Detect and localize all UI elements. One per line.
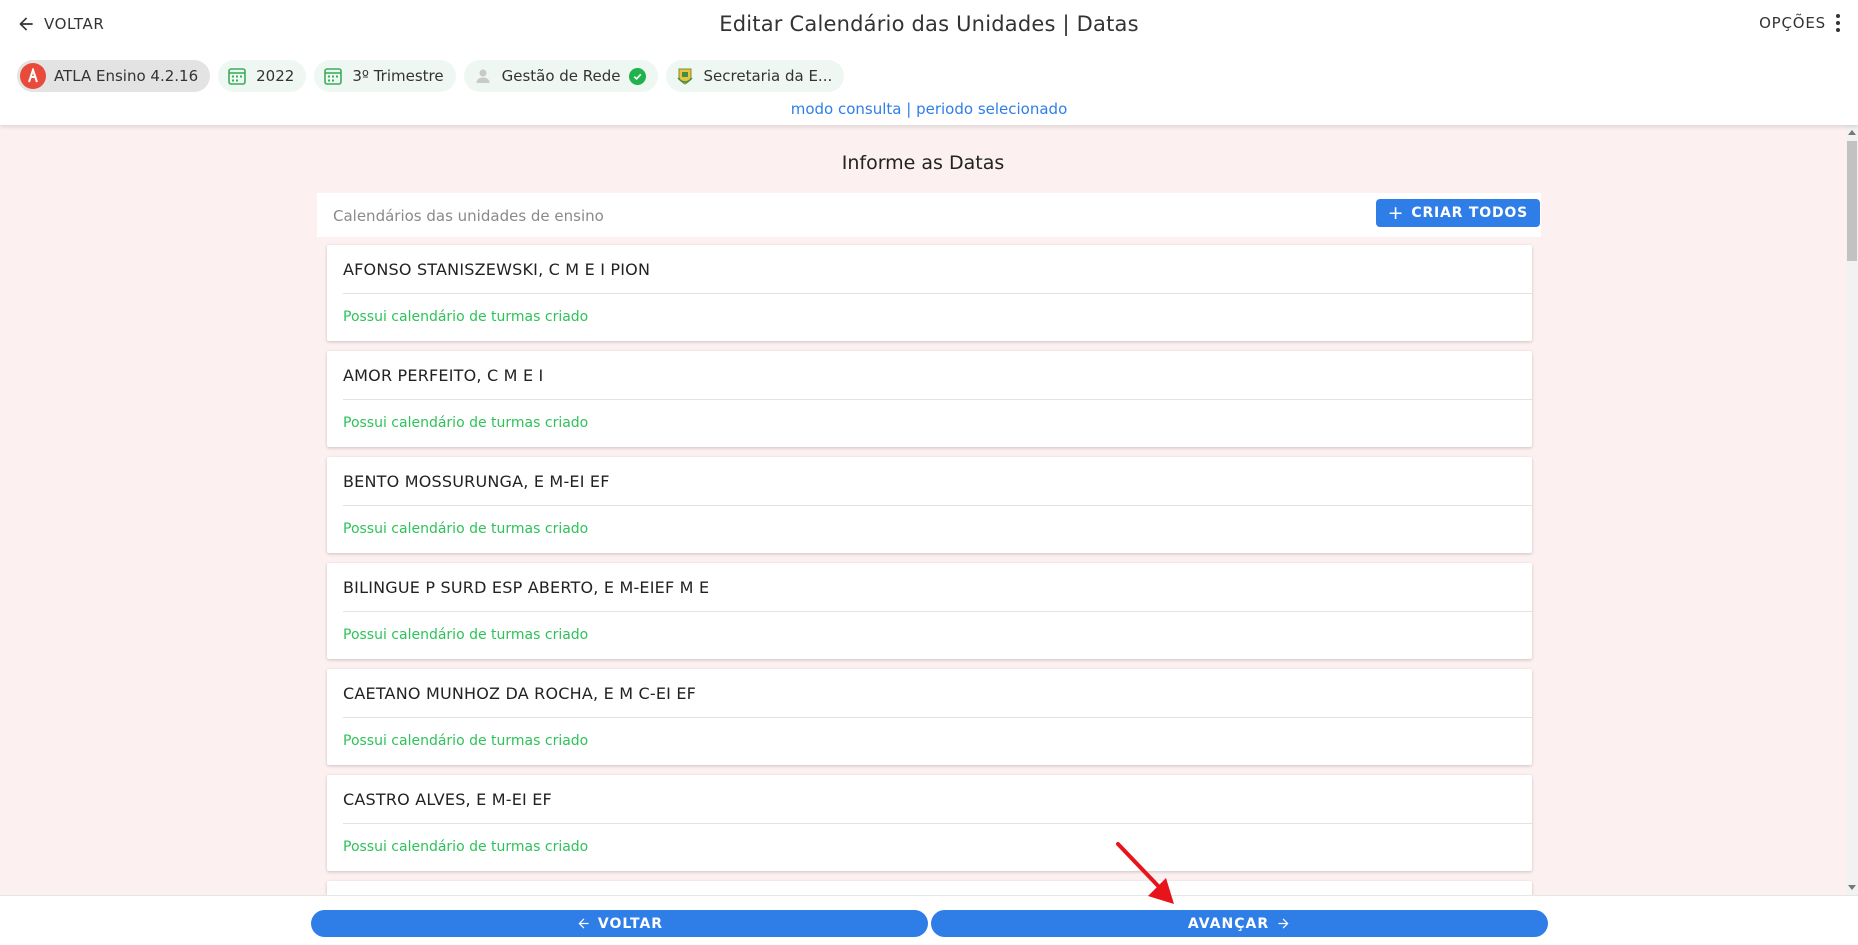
divider [343,611,1532,612]
context-chips: ATLA Ensino 4.2.16 2022 3º Trimestre Ges… [17,60,845,92]
unit-name: CASTRO ALVES, E M-EI EF [343,790,552,809]
more-vert-icon [1836,14,1840,32]
list-header-label: Calendários das unidades de ensino [333,207,604,225]
footer-bar: VOLTAR AVANÇAR [0,895,1858,945]
calendar-icon [226,65,248,87]
options-menu-button[interactable]: OPÇÕES [1759,14,1840,32]
chip-label: ATLA Ensino 4.2.16 [54,67,199,85]
unit-status: Possui calendário de turmas criado [343,627,589,643]
scroll-up-icon[interactable] [1848,130,1856,135]
unit-card-partial[interactable] [327,881,1532,895]
unit-name: BENTO MOSSURUNGA, E M-EI EF [343,472,610,491]
unit-name: BILINGUE P SURD ESP ABERTO, E M-EIEF M E [343,578,710,597]
unit-name: AFONSO STANISZEWSKI, C M E I PION [343,260,651,279]
back-button-label: VOLTAR [597,915,664,932]
unit-status: Possui calendário de turmas criado [343,521,589,537]
divider [343,399,1532,400]
options-label: OPÇÕES [1759,14,1826,32]
user-icon [472,65,494,87]
next-button-label: AVANÇAR [1187,915,1270,932]
create-all-button[interactable]: + CRIAR TODOS [1375,199,1540,227]
check-circle-icon [628,67,646,85]
back-button[interactable]: VOLTAR [311,910,928,937]
chip-label: 3º Trimestre [352,67,444,85]
chip-label: Gestão de Rede [501,67,621,85]
unit-card[interactable]: CASTRO ALVES, E M-EI EF Possui calendári… [327,775,1532,871]
chip-year[interactable]: 2022 [218,60,307,92]
annotation-arrow-icon [1116,842,1174,904]
unit-card[interactable]: BENTO MOSSURUNGA, E M-EI EF Possui calen… [327,457,1532,553]
unit-status: Possui calendário de turmas criado [343,733,589,749]
unit-name: CAETANO MUNHOZ DA ROCHA, E M C-EI EF [343,684,697,703]
scroll-down-icon[interactable] [1848,885,1856,890]
unit-status: Possui calendário de turmas criado [343,415,589,431]
unit-card[interactable]: AFONSO STANISZEWSKI, C M E I PION Possui… [327,245,1532,341]
divider [343,717,1532,718]
next-button[interactable]: AVANÇAR [931,910,1548,937]
plus-icon: + [1387,201,1405,224]
unit-status: Possui calendário de turmas criado [343,839,589,855]
unit-status: Possui calendário de turmas criado [343,309,589,325]
mode-indicator: modo consulta | periodo selecionado [790,100,1068,118]
chip-profile[interactable]: Gestão de Rede [463,60,658,92]
unit-card[interactable]: BILINGUE P SURD ESP ABERTO, E M-EIEF M E… [327,563,1532,659]
chip-system-version[interactable]: ATLA Ensino 4.2.16 [17,60,211,92]
unit-card[interactable]: CAETANO MUNHOZ DA ROCHA, E M C-EI EF Pos… [327,669,1532,765]
vertical-scrollbar[interactable] [1846,125,1858,895]
arrow-right-icon [1278,918,1289,929]
crest-icon [674,65,696,87]
calendar-icon [322,65,344,87]
create-all-label: CRIAR TODOS [1411,205,1528,221]
scrollbar-thumb[interactable] [1847,141,1857,261]
chip-organization[interactable]: Secretaria da E... [665,60,845,92]
chip-label: 2022 [256,67,295,85]
unit-name: AMOR PERFEITO, C M E I [343,366,544,385]
divider [343,293,1532,294]
page-title: Editar Calendário das Unidades | Datas [719,12,1139,36]
unit-card[interactable]: AMOR PERFEITO, C M E I Possui calendário… [327,351,1532,447]
section-title: Informe as Datas [841,152,1005,174]
list-header: Calendários das unidades de ensino + CRI… [317,193,1541,237]
top-bar: VOLTAR Editar Calendário das Unidades | … [0,0,1858,125]
divider [343,823,1532,824]
atla-logo-icon [20,63,46,89]
divider [343,505,1532,506]
arrow-left-icon [578,918,589,929]
main-content: Informe as Datas Calendários das unidade… [0,125,1846,895]
chip-label: Secretaria da E... [703,67,833,85]
chip-period[interactable]: 3º Trimestre [314,60,456,92]
